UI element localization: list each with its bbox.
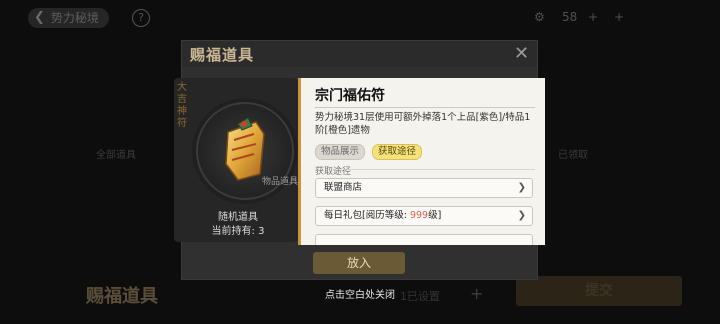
divider [347, 169, 535, 170]
add-icon[interactable]: + [470, 284, 483, 303]
holding-count: 当前持有: 3 [211, 226, 265, 237]
tab-acquire-source[interactable]: 获取途径 [372, 144, 423, 160]
vertical-label: 大吉神符 [177, 82, 187, 129]
source-row-partial[interactable] [315, 234, 533, 245]
source-label: 联盟商店 [324, 182, 363, 193]
source-row-daily-pack[interactable]: 每日礼包[阅历等级: 999级] ❯ [315, 206, 533, 226]
divider [315, 107, 535, 108]
side-label-right: 已领取 [558, 150, 588, 161]
close-hint[interactable]: 点击空白处关闭 [300, 286, 420, 301]
modal-title: 赐福道具 [190, 46, 255, 64]
item-type: 随机道具 [218, 212, 258, 223]
tooltip-description: 势力秘境31层使用可额外掉落1个上品[紫色]/特品1阶[橙色]遗物 [315, 112, 531, 136]
source-label-prefix: 每日礼包[阅历等级: [324, 210, 410, 221]
chevron-right-icon: ❯ [517, 210, 526, 221]
modal-header: 赐福道具 ✕ [182, 41, 537, 67]
add-resource-icon[interactable]: + [614, 10, 624, 24]
top-bar: ❮ 势力秘境 ? ⚙ 58 + + [0, 0, 720, 36]
source-level-value: 999 [409, 210, 429, 221]
item-tooltip: 宗门福佑符 势力秘境31层使用可额外掉落1个上品[紫色]/特品1阶[橙色]遗物 … [298, 78, 545, 245]
chevron-left-icon: ❮ [34, 10, 45, 25]
close-icon[interactable]: ✕ [514, 43, 529, 64]
submit-button[interactable]: 提交 [516, 276, 682, 306]
back-button[interactable]: ❮ 势力秘境 [28, 8, 109, 28]
tooltip-title: 宗门福佑符 [315, 88, 385, 104]
tab-item-display[interactable]: 物品展示 [315, 144, 366, 160]
help-icon[interactable]: ? [132, 9, 150, 27]
bottom-title: 赐福道具 [86, 286, 158, 307]
side-label-left: 全部道具 [96, 150, 136, 161]
resource-count: 58 [562, 10, 578, 24]
confirm-button[interactable]: 放入 [313, 252, 405, 274]
source-row-alliance-shop[interactable]: 联盟商店 ❯ [315, 178, 533, 198]
section-label: 获取途径 [315, 167, 352, 177]
chevron-right-icon: ❯ [517, 182, 526, 193]
stamp-text: 物品道具 [262, 177, 299, 187]
back-label: 势力秘境 [50, 11, 99, 25]
source-label-suffix: 级] [428, 210, 442, 221]
add-resource-icon[interactable]: + [588, 10, 598, 24]
settings-icon[interactable]: ⚙ [534, 10, 545, 24]
